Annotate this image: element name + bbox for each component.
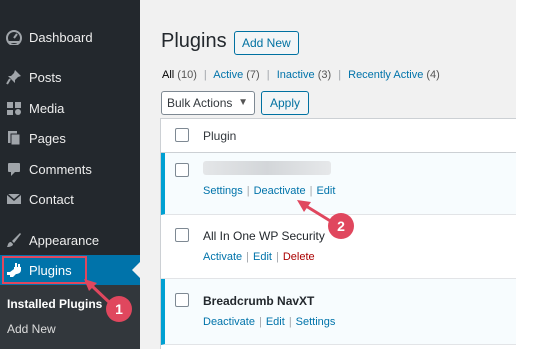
- callout-badge-one: 1: [106, 296, 132, 322]
- callout-arrow-two: [305, 204, 333, 224]
- callout-badge-two: 2: [328, 213, 354, 239]
- callout-arrow-two-head: [297, 200, 311, 212]
- callout-arrow-one: [90, 284, 112, 305]
- callout-arrows: [84, 200, 333, 305]
